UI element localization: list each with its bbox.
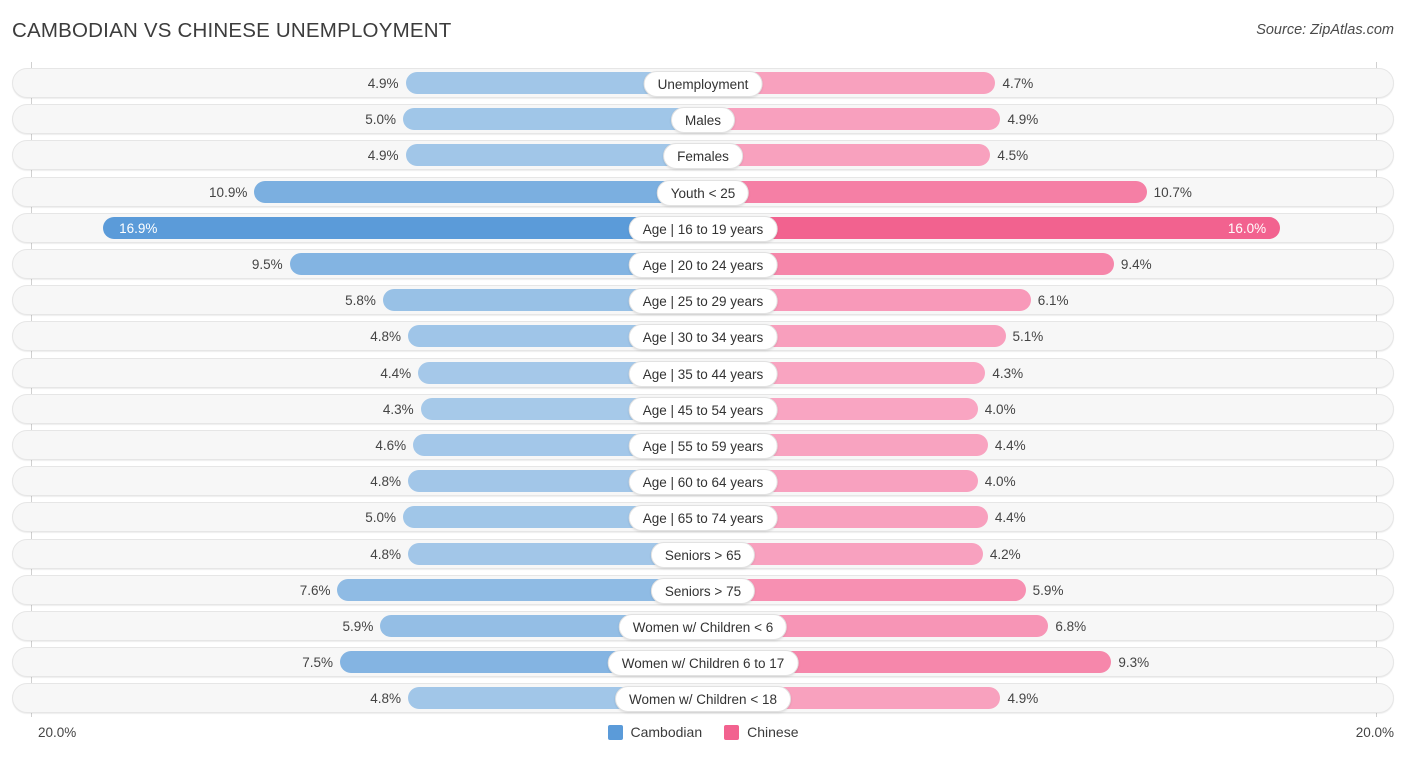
category-label: Seniors > 75 — [650, 577, 756, 604]
bar-chinese — [704, 144, 991, 167]
value-label-cambodian: 7.5% — [302, 655, 333, 671]
value-label-cambodian: 7.6% — [299, 582, 331, 598]
chart-row: 16.9% 16.0% Age | 16 to 19 years — [12, 212, 1394, 243]
category-label: Unemployment — [643, 71, 763, 97]
value-label-cambodian: 4.9% — [367, 148, 399, 164]
category-label: Age | 55 to 59 years — [628, 433, 778, 459]
category-label: Age | 25 to 29 years — [628, 288, 778, 315]
legend-label: Chinese — [747, 724, 799, 740]
value-label-chinese: 4.7% — [1002, 76, 1034, 91]
chart-row: 10.9% 10.7% Youth < 25 — [12, 176, 1394, 207]
value-label-cambodian: 4.6% — [375, 438, 407, 453]
category-label: Females — [663, 143, 743, 170]
chart-row: 4.8% 4.9% Women w/ Children < 18 — [12, 683, 1394, 714]
value-label-chinese: 4.9% — [1007, 691, 1039, 707]
value-label-chinese: 4.9% — [1007, 112, 1039, 128]
value-label-chinese: 5.1% — [1012, 329, 1044, 345]
chart-row: 5.0% 4.4% Age | 65 to 74 years — [12, 502, 1394, 533]
chart-row: 7.6% 5.9% Seniors > 75 — [12, 574, 1394, 605]
category-label: Age | 16 to 19 years — [628, 215, 778, 242]
chart-footer: 20.0% 20.0% Cambodian Chinese — [0, 717, 1406, 757]
value-label-cambodian: 4.8% — [370, 691, 402, 707]
category-label: Age | 65 to 74 years — [628, 505, 778, 532]
value-label-chinese: 4.0% — [984, 401, 1016, 417]
value-label-chinese: 4.4% — [994, 510, 1026, 526]
category-label: Age | 45 to 54 years — [628, 396, 778, 423]
category-label: Women w/ Children < 6 — [618, 614, 788, 640]
bar-cambodian — [103, 216, 702, 239]
value-label-cambodian: 5.9% — [342, 619, 374, 634]
category-label: Age | 20 to 24 years — [628, 252, 778, 278]
bar-cambodian — [254, 180, 702, 203]
legend-item: Cambodian — [607, 724, 703, 740]
value-label-cambodian: 5.0% — [365, 112, 396, 128]
legend-label: Cambodian — [630, 724, 703, 740]
source-attribution: Source: ZipAtlas.com — [1256, 22, 1394, 38]
chart-row: 4.9% 4.7% Unemployment — [12, 68, 1394, 98]
value-label-chinese: 4.3% — [992, 365, 1024, 381]
value-label-chinese: 16.0% — [1227, 220, 1267, 236]
value-label-cambodian: 4.8% — [370, 474, 402, 490]
value-label-cambodian: 4.4% — [380, 365, 412, 381]
value-label-chinese: 6.1% — [1037, 293, 1069, 309]
value-label-cambodian: 4.8% — [370, 546, 402, 562]
chart-row: 5.9% 6.8% Women w/ Children < 6 — [12, 611, 1394, 641]
bar-cambodian — [337, 578, 702, 601]
bar-chinese — [704, 180, 1147, 203]
chart-row: 4.8% 4.2% Seniors > 65 — [12, 538, 1394, 569]
value-label-chinese: 4.2% — [989, 546, 1021, 562]
chart-legend: Cambodian Chinese — [0, 724, 1406, 740]
chart-row: 4.8% 4.0% Age | 60 to 64 years — [12, 466, 1394, 497]
bar-chinese — [704, 216, 1281, 239]
chart-row: 4.9% 4.5% Females — [12, 140, 1394, 171]
chart-row: 7.5% 9.3% Women w/ Children 6 to 17 — [12, 647, 1394, 678]
chart-row: 9.5% 9.4% Age | 20 to 24 years — [12, 249, 1394, 279]
chart-row: 4.4% 4.3% Age | 35 to 44 years — [12, 357, 1394, 388]
chart-header: CAMBODIAN VS CHINESE UNEMPLOYMENT Source… — [0, 0, 1406, 60]
value-label-cambodian: 4.8% — [370, 329, 402, 345]
chart-plot-area: 4.9% 4.7% Unemployment 5.0% 4.9% Males 4.9% 4.5… — [0, 62, 1406, 717]
value-label-cambodian: 4.3% — [382, 401, 414, 417]
chart-row: 4.6% 4.4% Age | 55 to 59 years — [12, 430, 1394, 460]
bar-chinese — [704, 108, 1001, 131]
value-label-chinese: 9.4% — [1120, 257, 1152, 272]
value-label-cambodian: 5.8% — [345, 293, 376, 309]
value-label-chinese: 10.7% — [1153, 184, 1192, 200]
category-label: Seniors > 65 — [650, 541, 756, 568]
bar-cambodian — [403, 108, 702, 131]
value-label-cambodian: 5.0% — [365, 510, 396, 526]
page-title: CAMBODIAN VS CHINESE UNEMPLOYMENT — [12, 19, 452, 42]
value-label-cambodian: 4.9% — [367, 76, 399, 91]
category-label: Males — [670, 107, 736, 134]
category-label: Youth < 25 — [656, 179, 750, 206]
legend-item: Chinese — [724, 724, 798, 740]
value-label-chinese: 6.8% — [1055, 619, 1087, 634]
chart-row: 4.3% 4.0% Age | 45 to 54 years — [12, 393, 1394, 424]
value-label-cambodian: 10.9% — [209, 184, 248, 200]
bar-cambodian — [405, 144, 702, 167]
category-label: Age | 60 to 64 years — [628, 469, 778, 496]
category-label: Age | 30 to 34 years — [628, 324, 778, 351]
value-label-chinese: 4.0% — [984, 474, 1016, 490]
legend-swatch — [724, 724, 740, 740]
value-label-cambodian: 9.5% — [251, 257, 283, 272]
chart-row: 5.0% 4.9% Males — [12, 104, 1394, 135]
value-label-chinese: 9.3% — [1118, 655, 1150, 671]
category-label: Women w/ Children < 18 — [615, 686, 791, 713]
chart-row: 4.8% 5.1% Age | 30 to 34 years — [12, 321, 1394, 352]
category-label: Women w/ Children 6 to 17 — [607, 650, 799, 677]
value-label-chinese: 5.9% — [1032, 582, 1064, 598]
value-label-cambodian: 16.9% — [119, 220, 158, 236]
legend-swatch — [607, 724, 623, 740]
value-label-chinese: 4.4% — [994, 438, 1026, 453]
value-label-chinese: 4.5% — [997, 148, 1029, 164]
category-label: Age | 35 to 44 years — [628, 360, 778, 387]
chart-row: 5.8% 6.1% Age | 25 to 29 years — [12, 285, 1394, 316]
